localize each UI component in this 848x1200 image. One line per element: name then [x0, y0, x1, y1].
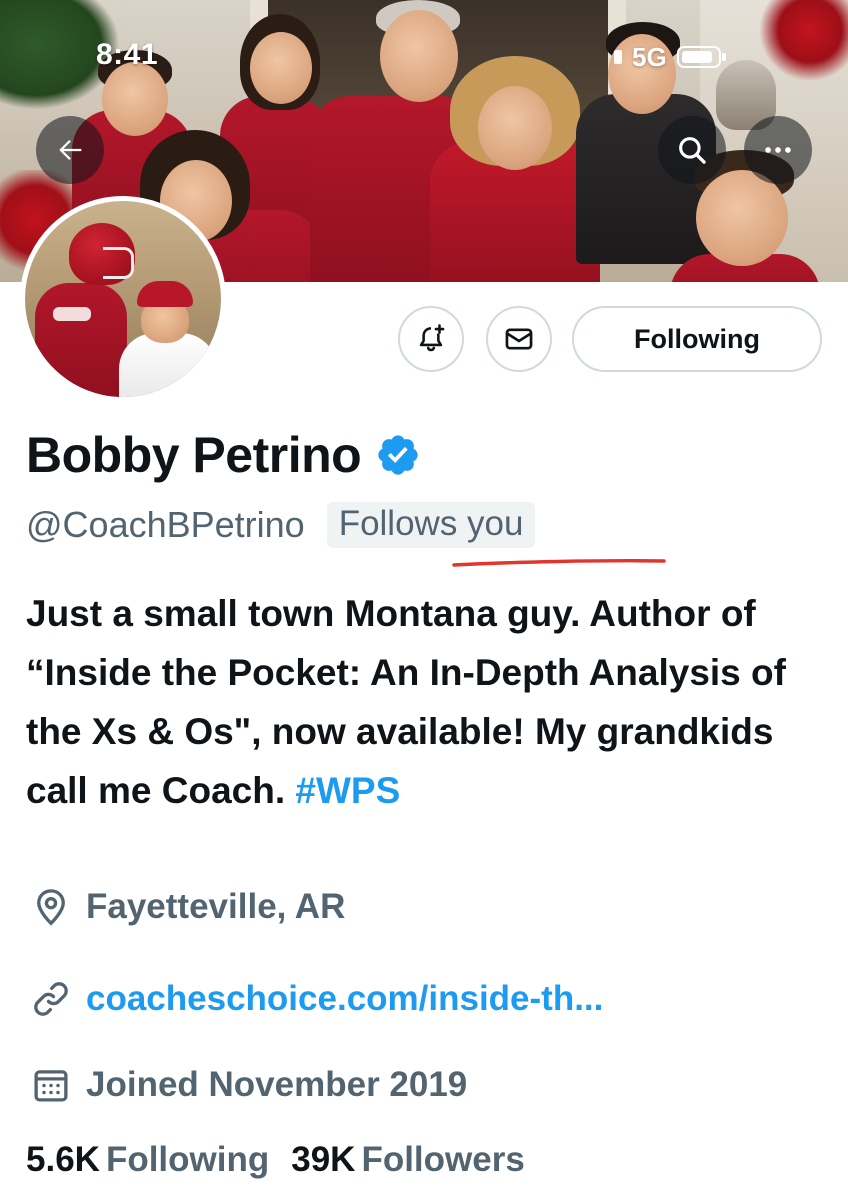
followers-label: Followers — [361, 1140, 525, 1179]
more-button[interactable] — [744, 116, 812, 184]
avatar-coach-cap — [137, 281, 193, 307]
website-row[interactable]: coacheschoice.com/inside-th... — [30, 978, 603, 1020]
signal-icon — [614, 50, 622, 64]
back-button[interactable] — [36, 116, 104, 184]
following-button[interactable]: Following — [572, 306, 822, 372]
search-button[interactable] — [658, 116, 726, 184]
location-row: Fayetteville, AR — [30, 886, 345, 928]
user-handle: @CoachBPetrino — [26, 504, 305, 545]
avatar-player-facemask — [103, 247, 134, 279]
followers-count-link[interactable]: 39K Followers — [291, 1140, 525, 1180]
notifications-button[interactable] — [398, 306, 464, 372]
profile-name-row: Bobby Petrino — [26, 426, 421, 484]
location-pin-icon — [37, 889, 65, 926]
joined-text: Joined November 2019 — [86, 1065, 468, 1104]
status-indicators: 5G — [614, 40, 726, 74]
calendar-icon — [34, 1070, 68, 1102]
avatar-player-jersey — [35, 283, 127, 397]
arrow-left-icon — [59, 139, 82, 161]
message-button[interactable] — [486, 306, 552, 372]
envelope-icon — [505, 328, 533, 350]
red-underline-annotation — [452, 559, 666, 567]
profile-avatar[interactable] — [20, 196, 226, 402]
location-text: Fayetteville, AR — [86, 887, 346, 926]
banner-poinsettia-right — [760, 0, 848, 80]
followers-count: 39K — [291, 1140, 356, 1179]
profile-handle-row: @CoachBPetrino Follows you — [26, 502, 536, 548]
following-count-link[interactable]: 5.6K Following — [26, 1140, 269, 1180]
avatar-coach-shirt — [119, 333, 217, 397]
network-label: 5G — [632, 41, 667, 72]
follows-you-badge: Follows you — [326, 502, 536, 548]
profile-bio: Just a small town Montana guy. Author of… — [26, 584, 826, 820]
search-icon — [679, 137, 706, 164]
bell-plus-icon — [419, 324, 445, 352]
more-dots-icon — [765, 147, 791, 153]
bio-text: Just a small town Montana guy. Author of… — [26, 593, 786, 811]
verified-badge-svg — [378, 435, 418, 475]
follow-counts: 5.6K Following 39K Followers — [26, 1140, 525, 1180]
link-icon — [34, 982, 68, 1016]
battery-icon — [676, 46, 726, 68]
following-label: Following — [105, 1140, 270, 1179]
following-count: 5.6K — [26, 1140, 100, 1179]
website-link[interactable]: coacheschoice.com/inside-th... — [86, 979, 603, 1019]
display-name: Bobby Petrino — [26, 427, 362, 483]
joined-row: Joined November 2019 — [30, 1064, 467, 1106]
bio-hashtag-link[interactable]: #WPS — [295, 770, 400, 811]
status-time: 8:41 — [96, 38, 159, 71]
verified-badge-icon[interactable] — [375, 432, 421, 478]
